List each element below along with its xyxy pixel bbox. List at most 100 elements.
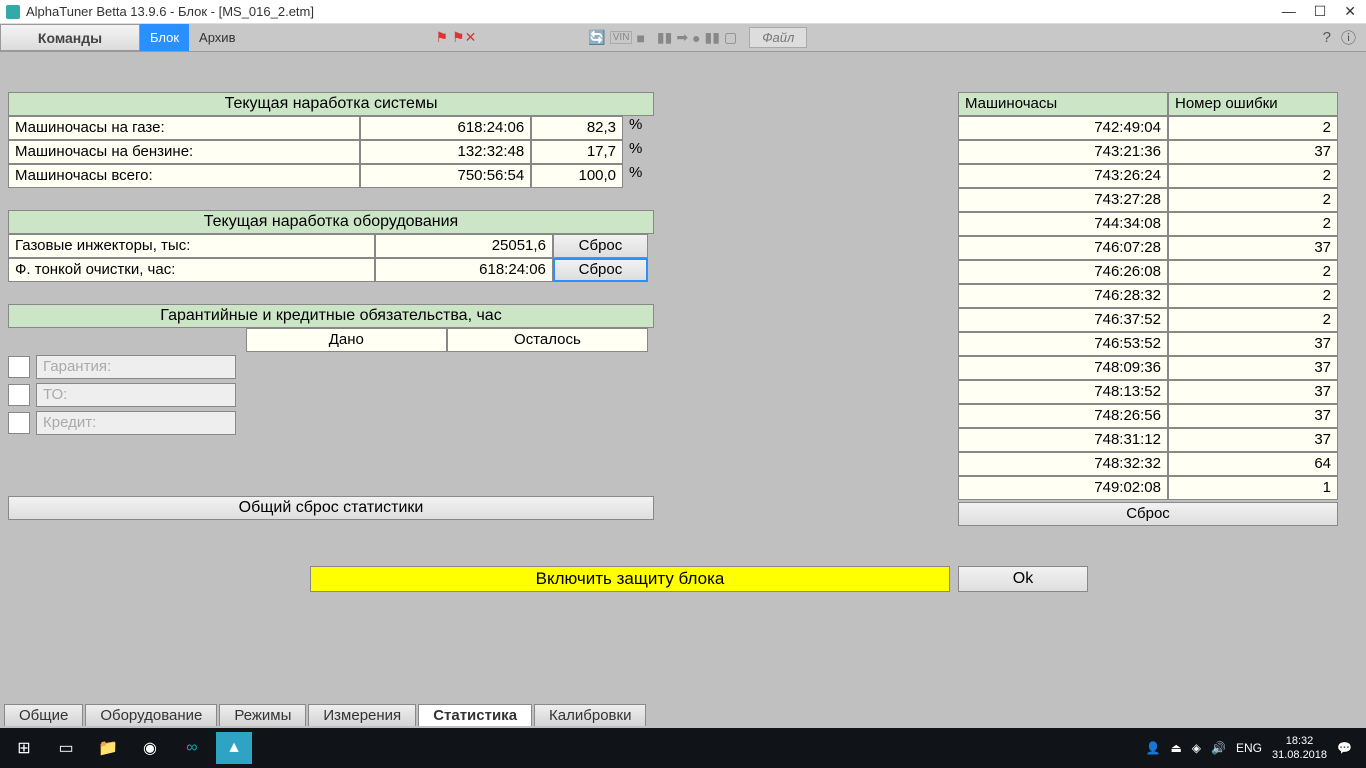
stop-icon[interactable]: ■ (636, 30, 644, 46)
error-code: 1 (1168, 476, 1338, 500)
error-code: 2 (1168, 188, 1338, 212)
error-time: 748:31:12 (958, 428, 1168, 452)
tab-block[interactable]: Блок (140, 24, 189, 51)
tab-measurements[interactable]: Измерения (308, 704, 416, 726)
pause-icon[interactable]: ▮▮ (705, 29, 720, 46)
row-pct: 100,0 (531, 164, 623, 188)
error-time: 746:37:52 (958, 308, 1168, 332)
error-code: 64 (1168, 452, 1338, 476)
row-label: Машиночасы на бензине: (8, 140, 360, 164)
maximize-icon[interactable]: ☐ (1314, 3, 1327, 20)
arrow-icon[interactable]: ➡ (676, 29, 688, 46)
tab-equipment[interactable]: Оборудование (85, 704, 217, 726)
credit-checkbox[interactable] (8, 412, 30, 434)
clock-time: 18:32 (1272, 734, 1327, 748)
bars-icon[interactable]: ▮▮ (657, 29, 672, 46)
ok-button[interactable]: Ok (958, 566, 1088, 592)
clock[interactable]: 18:32 31.08.2018 (1272, 734, 1327, 762)
error-row: 743:27:282 (958, 188, 1348, 212)
start-icon[interactable]: ⊞ (6, 732, 42, 764)
errors-h2: Номер ошибки (1168, 92, 1338, 116)
row-time: 750:56:54 (360, 164, 531, 188)
flag-red-icon[interactable]: ⚑ (435, 29, 448, 46)
file-button[interactable]: Файл (749, 27, 807, 48)
row-time: 132:32:48 (360, 140, 531, 164)
clock-date: 31.08.2018 (1272, 748, 1327, 762)
app-icon (6, 5, 20, 19)
error-code: 37 (1168, 236, 1338, 260)
alphatuner-icon[interactable]: ▲ (216, 732, 252, 764)
tab-calibrations[interactable]: Калибровки (534, 704, 646, 726)
row-pct: 17,7 (531, 140, 623, 164)
error-row: 743:26:242 (958, 164, 1348, 188)
notifications-icon[interactable]: 💬 (1337, 741, 1352, 755)
tab-archive[interactable]: Архив (189, 24, 245, 51)
reset-injectors-button[interactable]: Сброс (553, 234, 648, 258)
erow-label: Ф. тонкой очистки, час: (8, 258, 375, 282)
error-row: 748:32:3264 (958, 452, 1348, 476)
tab-modes[interactable]: Режимы (219, 704, 306, 726)
error-time: 746:26:08 (958, 260, 1168, 284)
to-label: ТО: (36, 383, 236, 407)
error-row: 749:02:081 (958, 476, 1348, 500)
right-panel: Машиночасы Номер ошибки 742:49:042743:21… (958, 92, 1348, 526)
explorer-icon[interactable]: 📁 (90, 732, 126, 764)
people-icon[interactable]: 👤 (1145, 741, 1160, 755)
col-left: Осталось (447, 328, 648, 352)
error-time: 743:21:36 (958, 140, 1168, 164)
commands-button[interactable]: Команды (0, 24, 140, 51)
error-row: 743:21:3637 (958, 140, 1348, 164)
error-row: 746:28:322 (958, 284, 1348, 308)
warranty-checkbox[interactable] (8, 356, 30, 378)
vin-icon[interactable]: VIN (610, 31, 633, 44)
unit: % (623, 116, 648, 140)
network-icon[interactable]: ◈ (1192, 741, 1201, 755)
reset-filter-button[interactable]: Сброс (553, 258, 648, 282)
tray-icon[interactable]: ⏏ (1170, 741, 1181, 755)
error-code: 37 (1168, 332, 1338, 356)
help-icon[interactable]: ? (1323, 29, 1331, 46)
error-code: 2 (1168, 212, 1338, 236)
minimize-icon[interactable]: — (1282, 3, 1296, 20)
close-icon[interactable]: ✕ (1344, 3, 1356, 20)
row-label: Машиночасы на газе: (8, 116, 360, 140)
tab-general[interactable]: Общие (4, 704, 83, 726)
error-row: 746:26:082 (958, 260, 1348, 284)
record-icon[interactable]: ● (692, 30, 700, 46)
taskbar: ⊞ ▭ 📁 ◉ ∞ ▲ 👤 ⏏ ◈ 🔊 ENG 18:32 31.08.2018… (0, 728, 1366, 768)
error-code: 2 (1168, 164, 1338, 188)
tab-statistics[interactable]: Статистика (418, 704, 532, 726)
chrome-icon[interactable]: ◉ (132, 732, 168, 764)
taskview-icon[interactable]: ▭ (48, 732, 84, 764)
info-icon[interactable]: ⓘ (1341, 27, 1356, 48)
erow-val: 25051,6 (375, 234, 553, 258)
toolbar: ⚑ ⚑✕ 🔄 VIN ■ ▮▮ ➡ ● ▮▮ ▢ Файл (245, 24, 1322, 51)
error-time: 748:09:36 (958, 356, 1168, 380)
lang-indicator[interactable]: ENG (1236, 741, 1262, 755)
enable-protection-banner[interactable]: Включить защиту блока (310, 566, 950, 592)
error-row: 746:53:5237 (958, 332, 1348, 356)
reset-errors-button[interactable]: Сброс (958, 502, 1338, 526)
reset-all-button[interactable]: Общий сброс статистики (8, 496, 654, 520)
equip-header: Текущая наработка оборудования (8, 210, 654, 234)
row-label: Машиночасы всего: (8, 164, 360, 188)
sys-header: Текущая наработка системы (8, 92, 654, 116)
error-time: 748:13:52 (958, 380, 1168, 404)
row-pct: 82,3 (531, 116, 623, 140)
bottom-tabs: Общие Оборудование Режимы Измерения Стат… (4, 704, 646, 726)
credit-label: Кредит: (36, 411, 236, 435)
titlebar: AlphaTuner Betta 13.9.6 - Блок - [MS_016… (0, 0, 1366, 24)
error-time: 742:49:04 (958, 116, 1168, 140)
error-code: 37 (1168, 356, 1338, 380)
erow-val: 618:24:06 (375, 258, 553, 282)
error-time: 743:26:24 (958, 164, 1168, 188)
error-time: 746:28:32 (958, 284, 1168, 308)
arduino-icon[interactable]: ∞ (174, 732, 210, 764)
row-time: 618:24:06 (360, 116, 531, 140)
volume-icon[interactable]: 🔊 (1211, 741, 1226, 755)
refresh-icon[interactable]: 🔄 (588, 29, 605, 46)
to-checkbox[interactable] (8, 384, 30, 406)
square-icon[interactable]: ▢ (724, 29, 737, 46)
error-row: 744:34:082 (958, 212, 1348, 236)
flag-delete-icon[interactable]: ⚑✕ (452, 29, 476, 46)
